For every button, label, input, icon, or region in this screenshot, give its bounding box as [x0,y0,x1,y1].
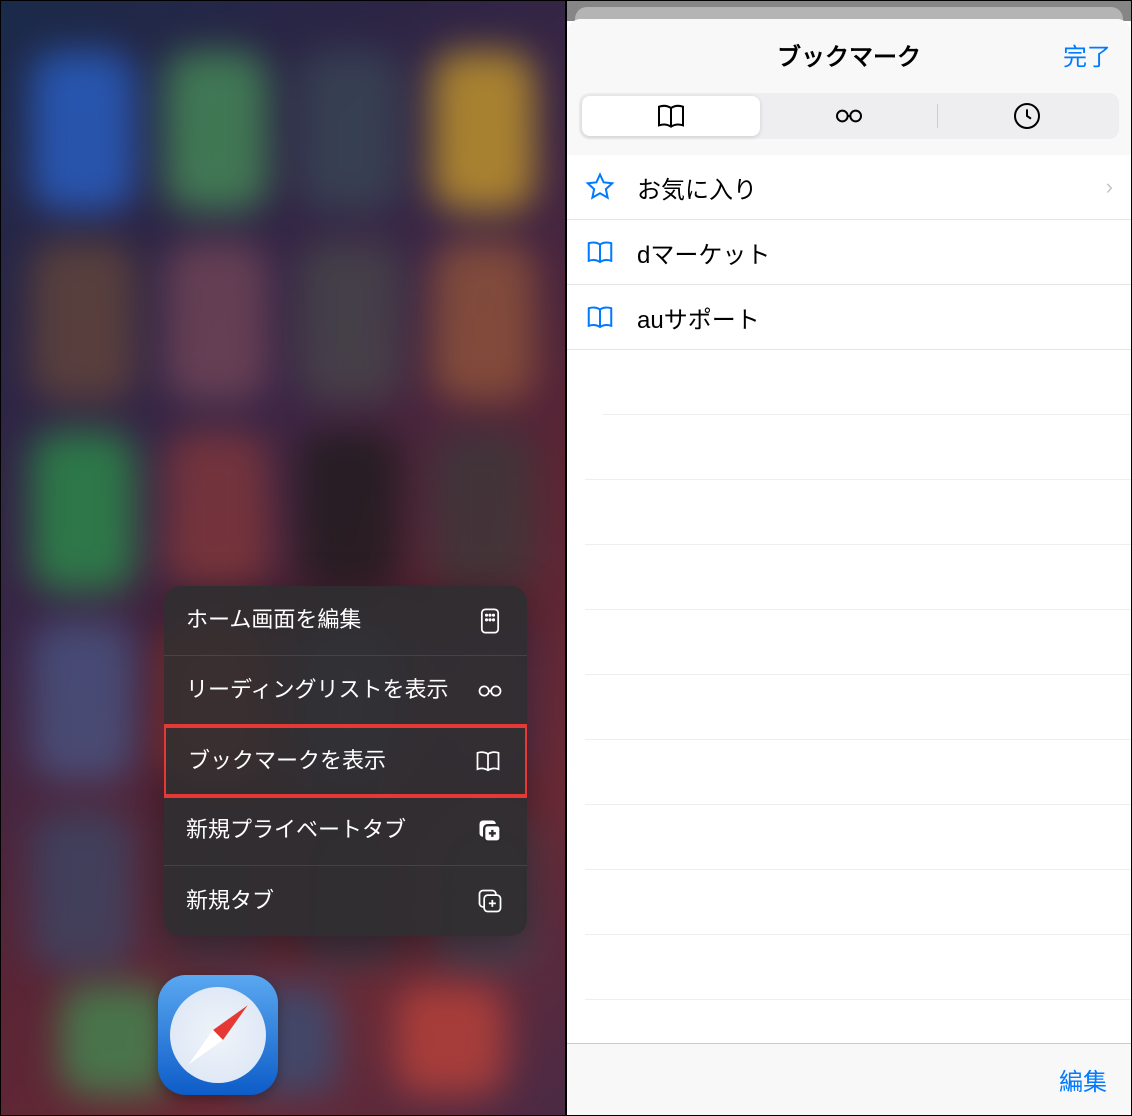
menu-show-reading-list[interactable]: リーディングリストを表示 [164,656,527,726]
safari-app-icon[interactable] [158,975,278,1095]
menu-edit-home-screen[interactable]: ホーム画面を編集 [164,586,527,656]
menu-show-bookmarks[interactable]: ブックマークを表示 [164,724,527,798]
chevron-right-icon: › [1106,174,1113,200]
menu-label: リーディングリストを表示 [186,676,475,705]
menu-label: 新規タブ [186,887,475,916]
nav-title: ブックマーク [777,37,921,72]
toolbar: 編集 [567,1043,1131,1115]
segmented-control [579,93,1119,139]
bookmark-favorites[interactable]: お気に入り › [567,155,1131,220]
book-icon [585,300,619,334]
tabs-plus-icon [475,886,505,916]
row-label: auサポート [637,300,1113,335]
book-icon [655,100,687,132]
tab-reading-list[interactable] [760,96,938,136]
clock-icon [1011,100,1043,132]
home-screen-blurred: ホーム画面を編集 リーディングリストを表示 ブックマークを表示 新規プライベート… [0,0,566,1116]
bookmarks-sheet: ブックマーク 完了 お気に入り › [567,19,1131,1115]
bookmark-item[interactable]: auサポート [567,285,1131,350]
glasses-icon [475,676,505,706]
tab-bookmarks[interactable] [582,96,760,136]
book-icon [473,746,503,776]
edit-button[interactable]: 編集 [1059,1062,1107,1097]
bookmarks-list[interactable]: お気に入り › dマーケット auサポート [567,155,1131,1043]
tab-history[interactable] [938,96,1116,136]
glasses-icon [833,100,865,132]
dock-blurred [1,965,565,1115]
bookmark-item[interactable]: dマーケット [567,220,1131,285]
done-button[interactable]: 完了 [1063,37,1111,72]
menu-new-private-tab[interactable]: 新規プライベートタブ [164,796,527,866]
menu-label: 新規プライベートタブ [186,816,475,845]
nav-bar: ブックマーク 完了 [567,19,1131,89]
row-label: お気に入り [637,170,1106,205]
star-icon [585,170,619,204]
safari-context-menu: ホーム画面を編集 リーディングリストを表示 ブックマークを表示 新規プライベート… [164,586,527,936]
row-label: dマーケット [637,235,1113,270]
empty-rows [567,350,1131,1000]
menu-label: ホーム画面を編集 [186,606,475,635]
menu-label: ブックマークを表示 [188,747,473,776]
compass-icon [170,987,266,1083]
tabs-plus-fill-icon [475,816,505,846]
menu-new-tab[interactable]: 新規タブ [164,866,527,936]
home-grid-icon [475,606,505,636]
book-icon [585,235,619,269]
bookmarks-sheet-screen: ブックマーク 完了 お気に入り › [566,0,1132,1116]
